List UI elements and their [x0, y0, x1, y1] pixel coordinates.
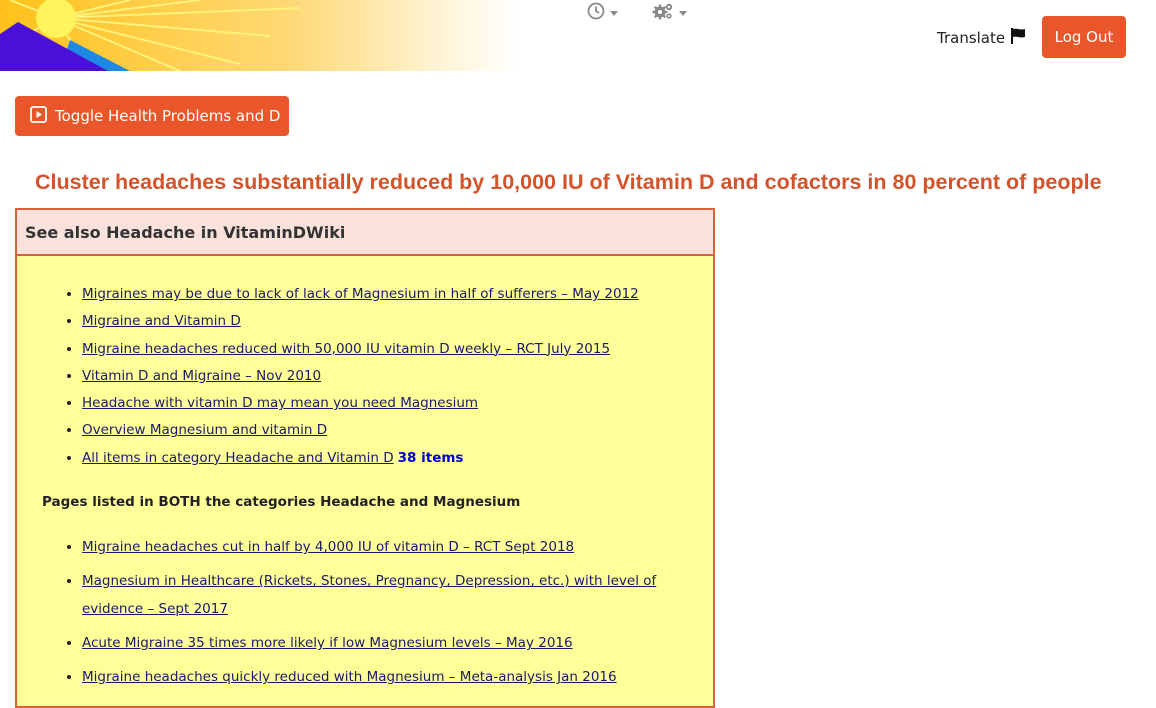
list-item: Migraine headaches cut in half by 4,000 … [82, 533, 713, 561]
related-link[interactable]: Migraine headaches quickly reduced with … [82, 669, 617, 685]
list-item: Migraine and Vitamin D [82, 308, 713, 335]
related-link[interactable]: Overview Magnesium and vitamin D [82, 422, 327, 438]
related-link[interactable]: Magnesium in Healthcare (Rickets, Stones… [82, 573, 656, 617]
logout-button[interactable]: Log Out [1042, 16, 1126, 58]
clock-icon [587, 2, 605, 24]
caret-down-icon [610, 10, 618, 16]
related-link[interactable]: Headache with vitamin D may mean you nee… [82, 395, 478, 411]
related-link[interactable]: Migraine headaches cut in half by 4,000 … [82, 539, 574, 555]
history-menu[interactable] [587, 2, 618, 24]
list-item: Vitamin D and Migraine – Nov 2010 [82, 363, 713, 390]
settings-menu[interactable] [652, 3, 687, 23]
related-link[interactable]: Migraine and Vitamin D [82, 313, 241, 329]
play-square-icon [30, 105, 47, 127]
toggle-health-problems-button[interactable]: Toggle Health Problems and D [15, 96, 289, 136]
list-item: Magnesium in Healthcare (Rickets, Stones… [82, 567, 713, 623]
see-also-title: See also Headache in VitaminDWiki [25, 222, 346, 242]
list-item: Acute Migraine 35 times more likely if l… [82, 629, 713, 657]
toggle-button-label: Toggle Health Problems and D [55, 107, 281, 125]
items-count-badge: 38 items [397, 449, 464, 466]
both-categories-link-list: Migraine headaches cut in half by 4,000 … [17, 510, 713, 691]
list-item: Headache with vitamin D may mean you nee… [82, 390, 713, 417]
related-link[interactable]: Acute Migraine 35 times more likely if l… [82, 635, 573, 651]
category-link[interactable]: All items in category Headache and Vitam… [82, 450, 394, 466]
list-item: Migraine headaches reduced with 50,000 I… [82, 336, 713, 363]
both-categories-heading: Pages listed in BOTH the categories Head… [42, 494, 521, 511]
caret-down-icon [679, 10, 687, 16]
related-link[interactable]: Vitamin D and Migraine – Nov 2010 [82, 368, 321, 384]
page-title: Cluster headaches substantially reduced … [35, 170, 1102, 194]
gears-icon [652, 2, 674, 24]
related-link[interactable]: Migraine headaches reduced with 50,000 I… [82, 341, 610, 357]
see-also-box: See also Headache in VitaminDWiki Migrai… [15, 208, 715, 708]
headache-link-list: Migraines may be due to lack of lack of … [17, 256, 713, 472]
list-item: All items in category Headache and Vitam… [82, 445, 713, 472]
translate-link[interactable]: Translate [937, 28, 1026, 48]
flag-icon [1010, 28, 1026, 48]
list-item: Overview Magnesium and vitamin D [82, 417, 713, 444]
site-logo-banner[interactable] [0, 0, 520, 71]
related-link[interactable]: Migraines may be due to lack of lack of … [82, 286, 639, 302]
list-item: Migraines may be due to lack of lack of … [82, 281, 713, 308]
list-item: Migraine headaches quickly reduced with … [82, 663, 713, 691]
translate-label: Translate [937, 29, 1006, 47]
see-also-header: See also Headache in VitaminDWiki [17, 210, 713, 256]
